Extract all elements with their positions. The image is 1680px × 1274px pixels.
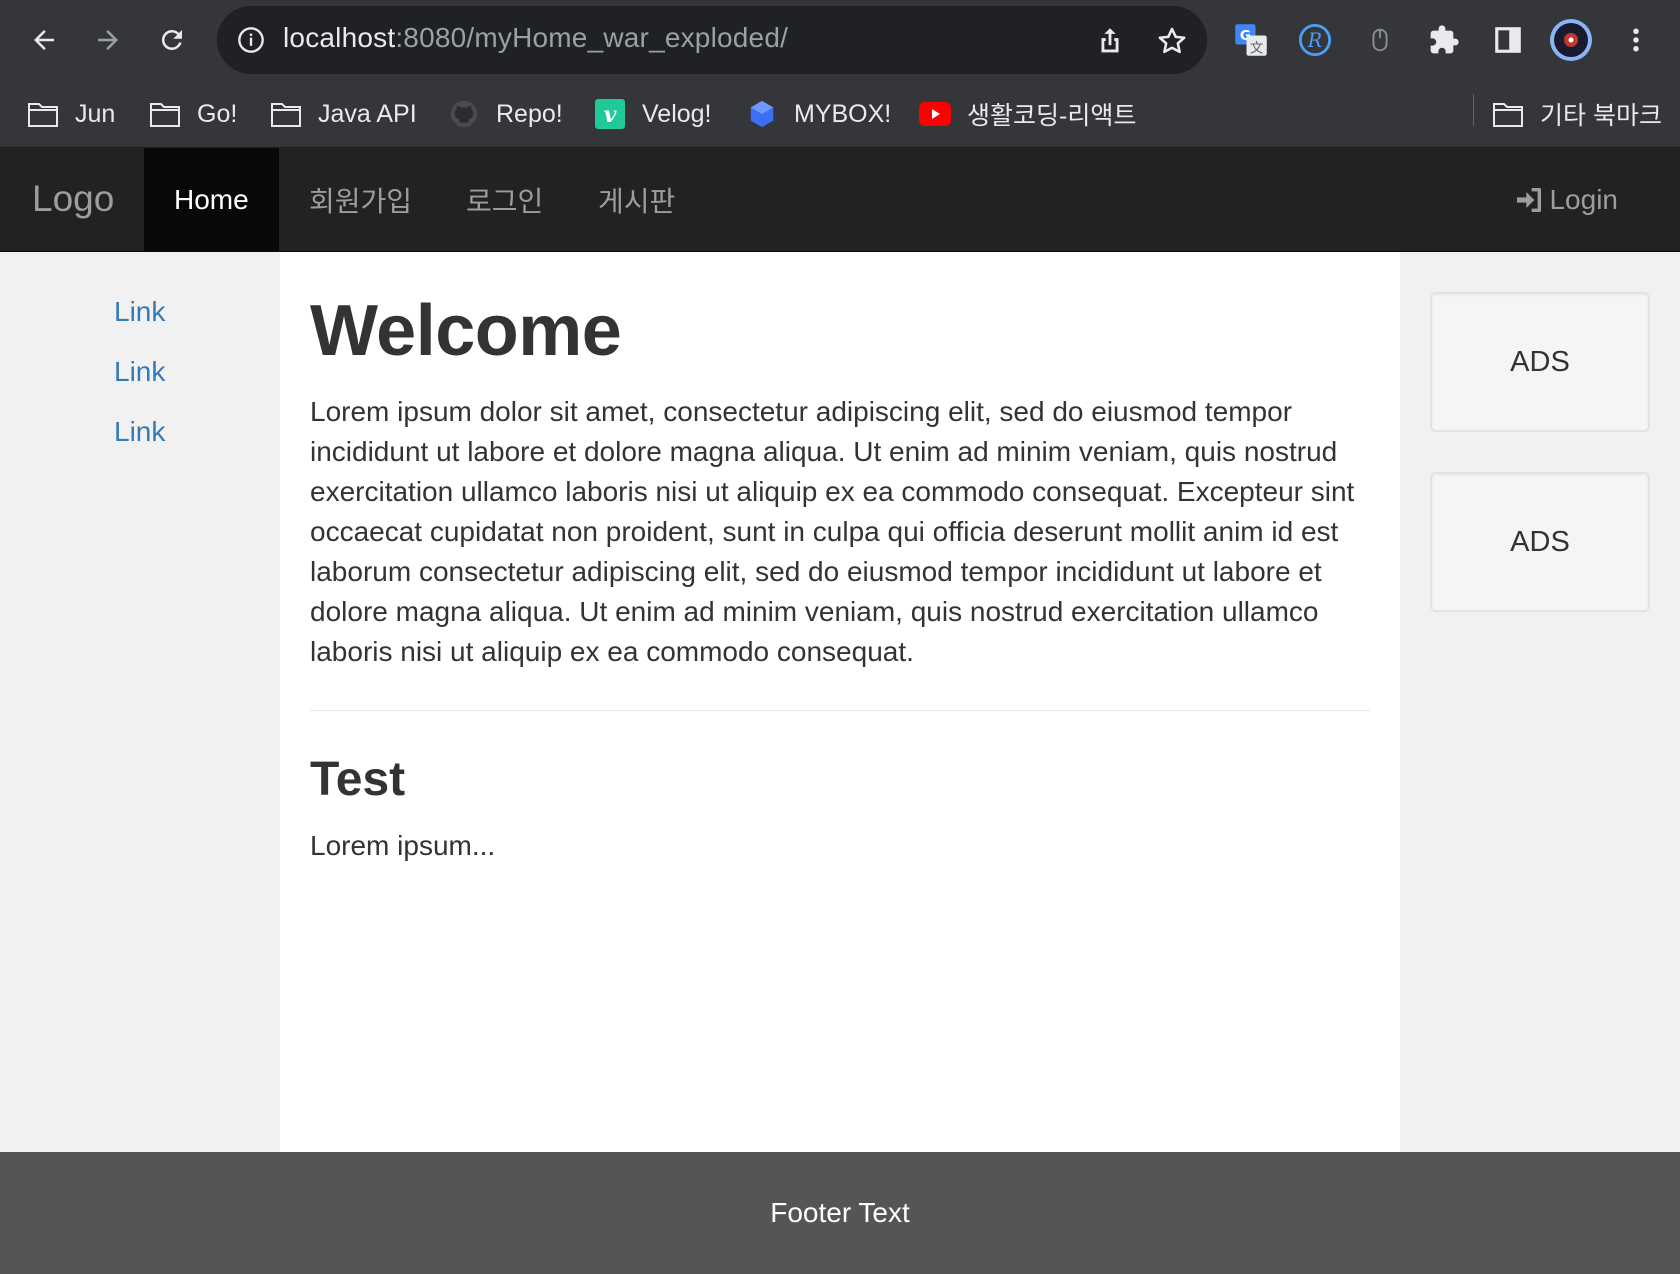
folder-icon: [1492, 99, 1524, 129]
section-divider: [310, 710, 1370, 711]
browser-chrome: localhost:8080/myHome_war_exploded/ G文 R: [0, 0, 1680, 148]
bookmark-label: Go!: [197, 99, 238, 128]
bookmark-label: Java API: [318, 99, 417, 128]
folder-icon: [270, 99, 302, 129]
sidebar-link[interactable]: Link: [114, 416, 165, 448]
svg-text:文: 文: [1250, 40, 1264, 56]
bookmarks-divider: [1473, 94, 1474, 126]
login-button[interactable]: Login: [1513, 148, 1618, 252]
nav-board[interactable]: 게시판: [568, 148, 705, 252]
svg-text:R: R: [1307, 29, 1322, 52]
svg-text:v: v: [604, 102, 617, 128]
extensions-puzzle-icon[interactable]: [1424, 20, 1464, 60]
bookmark-repo[interactable]: Repo!: [448, 96, 563, 132]
folder-icon: [27, 99, 59, 129]
bookmark-label: Jun: [75, 99, 116, 128]
profile-avatar-icon[interactable]: [1549, 18, 1593, 62]
site-logo[interactable]: Logo: [32, 178, 114, 220]
address-bar[interactable]: localhost:8080/myHome_war_exploded/: [217, 6, 1207, 74]
sidebar-link[interactable]: Link: [114, 356, 165, 388]
url-path: :8080/myHome_war_exploded/: [395, 22, 789, 53]
ad-box: ADS: [1430, 472, 1650, 612]
reload-button[interactable]: [148, 16, 196, 64]
youtube-icon: [919, 99, 951, 129]
bookmark-youtube[interactable]: 생활코딩-리액트: [919, 96, 1136, 132]
bookmark-label: Velog!: [642, 99, 712, 128]
site-footer: Footer Text: [0, 1152, 1680, 1274]
nav-home[interactable]: Home: [144, 148, 279, 252]
login-icon: [1517, 188, 1542, 212]
url-text[interactable]: localhost:8080/myHome_war_exploded/: [283, 22, 788, 54]
main-content: Welcome Lorem ipsum dolor sit amet, cons…: [280, 252, 1400, 1152]
mouse-extension-icon[interactable]: [1360, 20, 1400, 60]
nav-login-menu[interactable]: 로그인: [436, 148, 573, 252]
bookmark-other[interactable]: 기타 북마크: [1492, 96, 1662, 132]
bookmark-jun[interactable]: Jun: [27, 96, 115, 132]
bookmark-label: MYBOX!: [794, 99, 892, 128]
github-icon: [448, 99, 480, 129]
intro-paragraph: Lorem ipsum dolor sit amet, consectetur …: [310, 396, 1355, 667]
section-paragraph: Lorem ipsum...: [310, 830, 496, 861]
back-button[interactable]: [20, 16, 68, 64]
side-panel-icon[interactable]: [1488, 20, 1528, 60]
bookmark-label: 생활코딩-리액트: [967, 102, 1137, 130]
login-label: Login: [1549, 184, 1618, 215]
ad-box: ADS: [1430, 292, 1650, 432]
share-icon[interactable]: [1093, 24, 1127, 58]
footer-text: Footer Text: [770, 1197, 910, 1228]
browser-menu-icon[interactable]: [1616, 20, 1656, 60]
forward-arrow-icon: [98, 30, 118, 50]
forward-button[interactable]: [84, 16, 132, 64]
site-navbar: Logo Home 회원가입 로그인 게시판 Login: [0, 148, 1680, 252]
left-sidebar: Link Link Link: [0, 252, 280, 1152]
back-arrow-icon: [34, 30, 54, 50]
url-host: localhost: [283, 22, 396, 53]
right-sidebar: ADS ADS: [1400, 252, 1680, 1152]
page-title: Welcome: [310, 291, 622, 371]
bookmark-go[interactable]: Go!: [149, 96, 237, 132]
bookmark-label: Repo!: [496, 99, 563, 128]
bookmark-label: 기타 북마크: [1540, 102, 1662, 130]
site-info-icon[interactable]: [237, 26, 265, 54]
reload-icon: [161, 29, 182, 50]
bookmark-star-icon[interactable]: [1155, 24, 1189, 58]
nav-signup[interactable]: 회원가입: [279, 148, 442, 252]
browser-toolbar: localhost:8080/myHome_war_exploded/ G文 R: [0, 0, 1680, 80]
translate-extension-icon[interactable]: G文: [1231, 20, 1271, 60]
section-title: Test: [310, 753, 406, 806]
bookmark-java-api[interactable]: Java API: [270, 96, 417, 132]
velog-icon: v: [594, 99, 626, 129]
r-extension-icon[interactable]: R: [1295, 20, 1335, 60]
bookmark-velog[interactable]: v Velog!: [594, 96, 712, 132]
folder-icon: [149, 99, 181, 129]
mybox-icon: [746, 99, 778, 129]
bookmarks-bar: Jun Go! Java API Repo! v Velog! MYBOX! 생…: [0, 80, 1680, 148]
sidebar-link[interactable]: Link: [114, 296, 165, 328]
bookmark-mybox[interactable]: MYBOX!: [746, 96, 891, 132]
